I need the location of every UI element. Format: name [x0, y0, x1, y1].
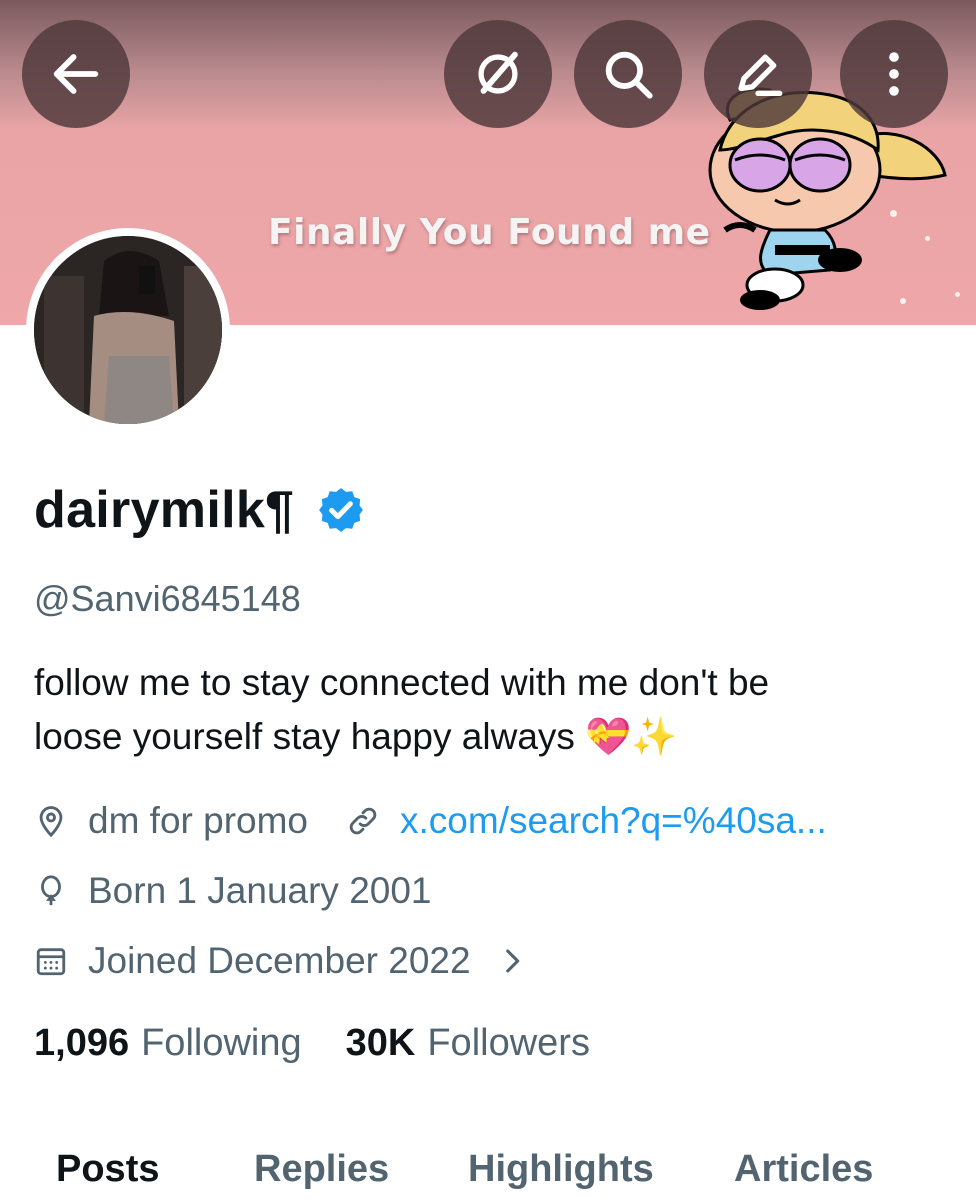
bio-line: follow me to stay connected with me don'… — [34, 662, 770, 703]
website-link[interactable]: x.com/search?q=%40sa... — [400, 800, 827, 842]
display-name-row: dairymilk¶ — [34, 480, 366, 540]
display-name: dairymilk¶ — [34, 481, 295, 539]
more-options-button[interactable] — [840, 20, 948, 128]
profile-avatar[interactable] — [26, 228, 230, 432]
followers-label: Followers — [427, 1022, 590, 1064]
profile-tabs: Posts Replies Highlights Articles — [0, 1140, 976, 1200]
followers-count: 30K — [345, 1022, 416, 1064]
location-pin-icon — [39, 806, 63, 838]
birthday-text: Born 1 January 2001 — [88, 870, 432, 911]
joined-row[interactable]: Joined December 2022 — [34, 940, 529, 982]
calendar-icon — [36, 948, 66, 976]
tab-posts[interactable]: Posts — [56, 1148, 159, 1191]
birthday-row: Born 1 January 2001 — [34, 870, 432, 912]
edit-button[interactable] — [704, 20, 812, 128]
bio-line: loose yourself stay happy always 💝✨ — [34, 716, 678, 757]
avatar-photo — [34, 236, 222, 424]
search-button[interactable] — [574, 20, 682, 128]
bio: follow me to stay connected with me don'… — [34, 656, 954, 764]
pencil-icon — [738, 54, 783, 96]
following-label: Following — [141, 1022, 302, 1064]
location-website-row: dm for promo x.com/search?q=%40sa... — [34, 800, 827, 842]
banner-caption: Finally You Found me — [268, 212, 711, 253]
grok-button[interactable] — [444, 20, 552, 128]
tab-articles[interactable]: Articles — [734, 1148, 873, 1191]
location-text: dm for promo — [88, 800, 309, 841]
arrow-left-icon — [53, 54, 99, 94]
grok-icon — [478, 51, 518, 94]
follow-stats: 1,096 Following 30K Followers — [34, 1022, 590, 1065]
followers-stat[interactable]: 30K Followers — [346, 1022, 590, 1065]
bio-emoji: 💝✨ — [585, 716, 678, 757]
tab-replies[interactable]: Replies — [254, 1148, 389, 1191]
balloon-icon — [41, 875, 61, 906]
following-count: 1,096 — [34, 1022, 130, 1064]
following-stat[interactable]: 1,096 Following — [34, 1022, 302, 1065]
joined-text: Joined December 2022 — [88, 940, 471, 981]
chevron-right-icon — [505, 949, 519, 973]
more-vertical-icon — [889, 52, 899, 96]
verified-badge-icon[interactable] — [316, 485, 366, 535]
user-handle: @Sanvi6845148 — [34, 578, 301, 619]
back-button[interactable] — [22, 20, 130, 128]
link-icon — [349, 807, 377, 835]
tab-highlights[interactable]: Highlights — [468, 1148, 654, 1191]
search-icon — [605, 51, 653, 99]
